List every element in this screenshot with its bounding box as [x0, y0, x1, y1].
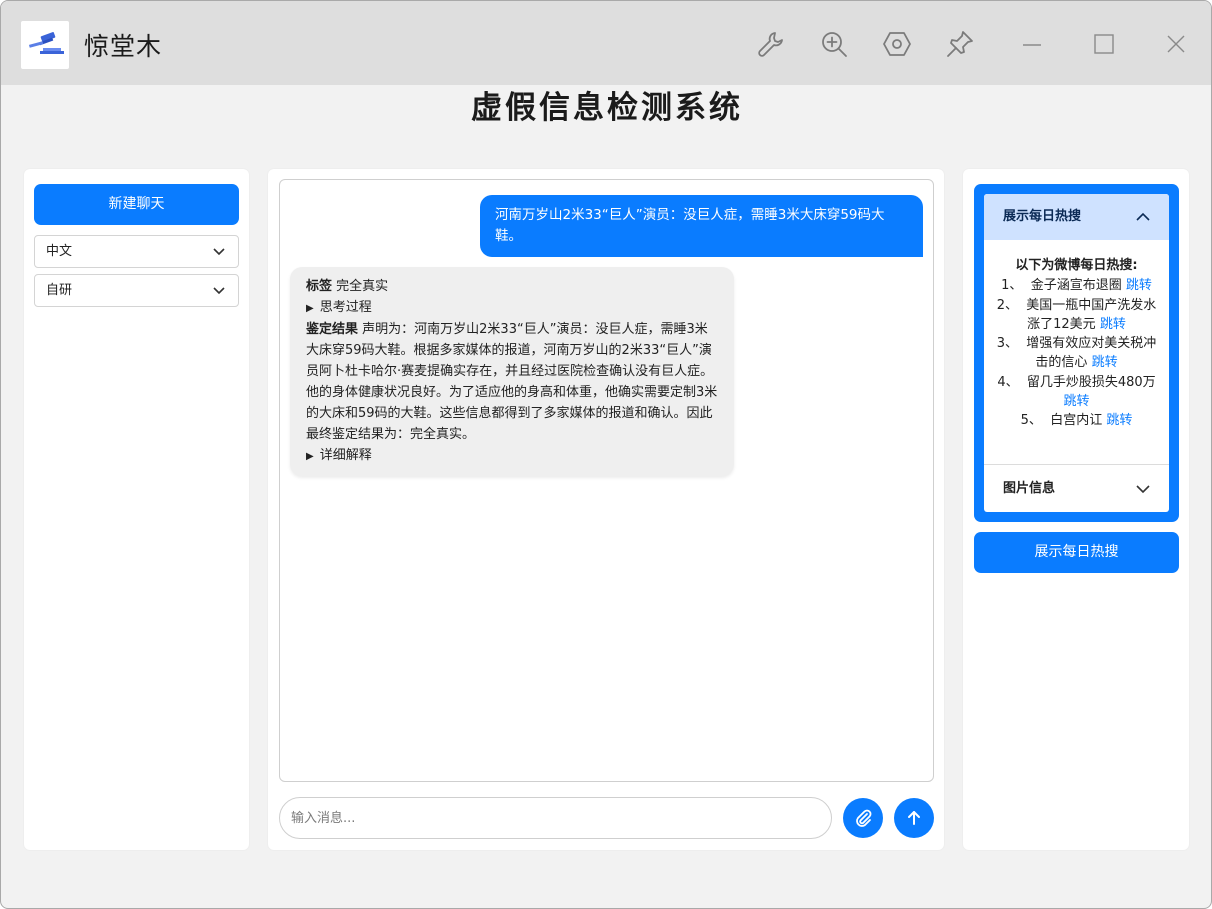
bot-message: 标签 完全真实 ▶ 思考过程 鉴定结果 声明为：河南万岁山2米33“巨人”演员：没… [290, 267, 734, 476]
paperclip-icon [856, 809, 872, 827]
wrench-icon[interactable] [756, 29, 786, 59]
result-paragraph: 鉴定结果 声明为：河南万岁山2米33“巨人”演员：没巨人症，需睡3米大床穿59码… [306, 319, 719, 445]
arrow-up-icon [908, 811, 920, 825]
attach-button[interactable] [843, 798, 883, 838]
pin-icon[interactable] [945, 29, 975, 59]
hotsearch-item-number: 3、 [996, 336, 1018, 352]
hotsearch-item-number: 5、 [1020, 413, 1042, 429]
jump-link[interactable]: 跳转 [1100, 317, 1126, 332]
new-chat-button[interactable]: 新建聊天 [34, 184, 239, 225]
hotsearch-item: 5、 白宫内讧 跳转 [992, 411, 1161, 430]
label-line: 标签 完全真实 [306, 276, 719, 297]
hotsearch-item: 3、 增强有效应对美关税冲击的信心 跳转 [992, 334, 1161, 373]
label-value: 完全真实 [336, 279, 389, 294]
language-select[interactable]: 中文 [34, 235, 239, 268]
hotsearch-item-text: 美国一瓶中国产洗发水涨了12美元 [1026, 297, 1157, 332]
language-select-value: 中文 [46, 244, 73, 259]
hotsearch-item: 1、 金子涵宣布退圈 跳转 [992, 276, 1161, 295]
hotsearch-item-text: 留几手炒股损失480万 [1026, 374, 1156, 390]
minimize-icon[interactable] [1019, 31, 1045, 57]
title-bar: 惊堂木 [1, 1, 1211, 85]
jump-link[interactable]: 跳转 [1106, 413, 1132, 428]
hotsearch-accordion-header[interactable]: 展示每日热搜 [984, 194, 1169, 240]
jump-link[interactable]: 跳转 [1092, 355, 1118, 370]
chevron-down-icon [213, 248, 225, 256]
result-text: 声明为：河南万岁山2米33“巨人”演员：没巨人症，需睡3米大床穿59码大鞋。根据… [306, 322, 718, 442]
right-sidebar: 展示每日热搜 以下为微博每日热搜: 1、 金子涵宣布退圈 跳转 2、 美国一瓶中… [963, 169, 1189, 850]
message-input[interactable] [279, 797, 832, 839]
left-sidebar: 新建聊天 中文 自研 [24, 169, 249, 850]
hotsearch-item-text: 金子涵宣布退圈 [1030, 278, 1122, 294]
jump-link[interactable]: 跳转 [1063, 394, 1089, 409]
close-icon[interactable] [1163, 31, 1189, 57]
detail-toggle[interactable]: ▶ 详细解释 [306, 445, 719, 467]
hotsearch-item: 4、 留几手炒股损失480万 跳转 [992, 373, 1161, 412]
gavel-logo-icon [21, 21, 69, 69]
model-select-value: 自研 [46, 283, 73, 298]
triangle-right-icon: ▶ [306, 451, 314, 462]
hotsearch-item-number: 1、 [1001, 278, 1023, 294]
app-title: 惊堂木 [84, 32, 163, 61]
chevron-down-icon [213, 287, 225, 295]
thinking-toggle[interactable]: ▶ 思考过程 [306, 297, 719, 319]
zoom-in-icon[interactable] [819, 29, 849, 59]
send-button[interactable] [894, 798, 934, 838]
hotsearch-accordion: 展示每日热搜 以下为微博每日热搜: 1、 金子涵宣布退圈 跳转 2、 美国一瓶中… [984, 194, 1169, 512]
chevron-up-icon [1136, 212, 1150, 221]
hotsearch-list: 以下为微博每日热搜: 1、 金子涵宣布退圈 跳转 2、 美国一瓶中国产洗发水涨了… [984, 240, 1169, 464]
page-title: 虚假信息检测系统 [471, 90, 743, 126]
user-message: 河南万岁山2米33“巨人”演员：没巨人症，需睡3米大床穿59码大鞋。 [480, 195, 923, 257]
hotsearch-header-label: 展示每日热搜 [1003, 209, 1082, 224]
triangle-right-icon: ▶ [306, 303, 314, 314]
hotsearch-list-title: 以下为微博每日热搜: [1015, 258, 1138, 273]
image-info-accordion-header[interactable]: 图片信息 [984, 465, 1169, 512]
hotsearch-item: 2、 美国一瓶中国产洗发水涨了12美元 跳转 [992, 296, 1161, 335]
label-key: 标签 [306, 279, 333, 294]
show-hotsearch-button[interactable]: 展示每日热搜 [974, 532, 1179, 573]
hotsearch-item-number: 2、 [996, 297, 1018, 313]
hotsearch-item-number: 4、 [997, 374, 1019, 390]
hotsearch-container: 展示每日热搜 以下为微博每日热搜: 1、 金子涵宣布退圈 跳转 2、 美国一瓶中… [974, 184, 1179, 522]
message-input-row [279, 797, 934, 839]
image-info-label: 图片信息 [1003, 481, 1056, 496]
app-window: 惊堂木 虚假信息检测系统 新建聊天 中文 自研 河南万岁山2米33“巨人”演员：… [0, 0, 1212, 909]
hotsearch-item-text: 白宫内讧 [1050, 413, 1103, 429]
hexagon-settings-icon[interactable] [882, 29, 912, 59]
chat-history[interactable]: 河南万岁山2米33“巨人”演员：没巨人症，需睡3米大床穿59码大鞋。 标签 完全… [279, 179, 934, 782]
model-select[interactable]: 自研 [34, 274, 239, 307]
jump-link[interactable]: 跳转 [1126, 278, 1152, 293]
thinking-toggle-label: 思考过程 [319, 300, 372, 315]
result-key: 鉴定结果 [306, 322, 359, 337]
chat-panel: 河南万岁山2米33“巨人”演员：没巨人症，需睡3米大床穿59码大鞋。 标签 完全… [268, 169, 944, 850]
chevron-down-icon [1136, 485, 1150, 494]
detail-toggle-label: 详细解释 [319, 448, 372, 463]
maximize-icon[interactable] [1091, 31, 1117, 57]
